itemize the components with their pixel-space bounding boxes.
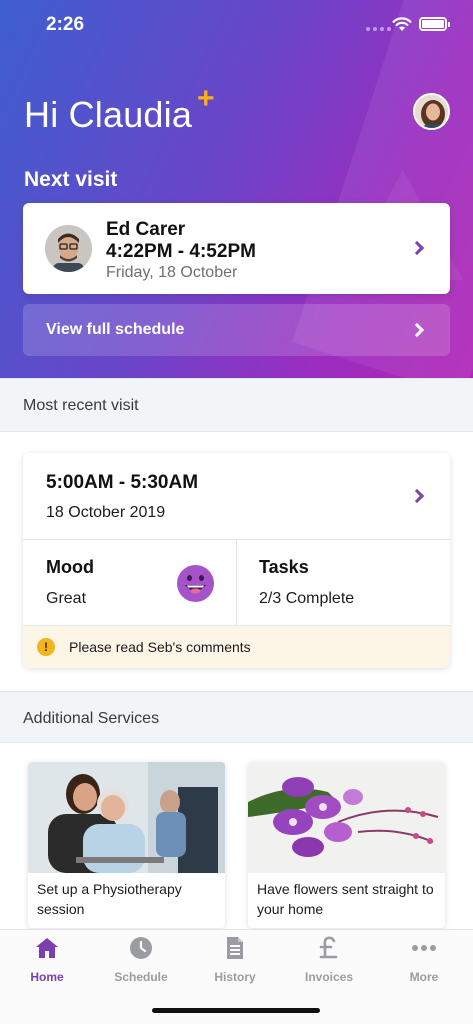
mood-value: Great bbox=[46, 590, 87, 607]
tasks-label: Tasks bbox=[259, 557, 309, 577]
tab-label: Home bbox=[30, 970, 64, 984]
carer-photo bbox=[45, 225, 92, 272]
chevron-right-icon bbox=[409, 488, 425, 504]
tab-more[interactable]: More bbox=[377, 930, 471, 990]
chevron-right-icon bbox=[409, 240, 425, 256]
flowers-photo bbox=[248, 762, 445, 873]
tab-history[interactable]: History bbox=[188, 930, 282, 990]
comments-notice[interactable]: ! Please read Seb's comments bbox=[23, 626, 450, 668]
home-indicator[interactable] bbox=[152, 1008, 320, 1013]
tab-label: History bbox=[214, 970, 256, 984]
next-visit-card[interactable]: Ed Carer 4:22PM - 4:52PM Friday, 18 Octo… bbox=[23, 203, 450, 294]
document-icon bbox=[227, 937, 243, 959]
pound-icon bbox=[319, 936, 338, 959]
tab-schedule[interactable]: Schedule bbox=[94, 930, 188, 990]
clock-icon bbox=[130, 937, 152, 959]
next-visit-time: 4:22PM - 4:52PM bbox=[106, 241, 256, 262]
recent-visit-card[interactable]: 5:00AM - 5:30AM 18 October 2019 Mood Gre… bbox=[23, 453, 450, 668]
flowers-service-card[interactable]: Have flowers sent straight to your home bbox=[248, 762, 445, 928]
tab-label: Schedule bbox=[114, 970, 168, 984]
tab-label: Invoices bbox=[304, 970, 354, 984]
signal-dots-icon bbox=[366, 27, 391, 31]
section-title: Most recent visit bbox=[23, 397, 139, 414]
section-title: Additional Services bbox=[23, 710, 160, 727]
chevron-right-icon bbox=[409, 322, 425, 338]
next-visit-heading: Next visit bbox=[24, 168, 118, 191]
recent-visit-time: 5:00AM - 5:30AM bbox=[46, 472, 199, 493]
notice-text: Please read Seb's comments bbox=[69, 639, 251, 655]
tab-home[interactable]: Home bbox=[0, 930, 94, 990]
mood-label: Mood bbox=[46, 557, 94, 577]
plus-logo-mark: + bbox=[197, 82, 215, 115]
most-recent-visit-header: Most recent visit bbox=[0, 378, 473, 432]
next-visit-date: Friday, 18 October bbox=[106, 264, 238, 281]
physiotherapy-service-text: Set up a Physiotherapy session bbox=[37, 881, 182, 917]
view-full-schedule-button[interactable]: View full schedule bbox=[23, 304, 450, 356]
more-dots-icon bbox=[412, 945, 436, 951]
carer-avatar bbox=[45, 225, 92, 272]
wifi-icon bbox=[392, 17, 412, 31]
recent-visit-date: 18 October 2019 bbox=[46, 504, 166, 521]
tasks-value: 2/3 Complete bbox=[259, 590, 355, 607]
flowers-service-text: Have flowers sent straight to your home bbox=[257, 881, 434, 917]
carer-name: Ed Carer bbox=[106, 219, 186, 240]
view-full-schedule-label: View full schedule bbox=[46, 321, 185, 338]
greeting-title: Hi Claudia bbox=[24, 94, 193, 135]
battery-icon bbox=[419, 17, 450, 31]
happy-face-icon bbox=[177, 565, 214, 602]
tab-invoices[interactable]: Invoices bbox=[282, 930, 376, 990]
user-avatar[interactable] bbox=[413, 93, 450, 130]
additional-services-header: Additional Services bbox=[0, 691, 473, 743]
home-icon bbox=[36, 938, 58, 958]
physiotherapy-service-card[interactable]: Set up a Physiotherapy session bbox=[28, 762, 225, 928]
status-time: 2:26 bbox=[46, 14, 85, 35]
divider bbox=[236, 540, 237, 626]
tab-label: More bbox=[409, 970, 439, 984]
warning-icon: ! bbox=[37, 638, 55, 656]
physiotherapy-photo bbox=[28, 762, 225, 873]
